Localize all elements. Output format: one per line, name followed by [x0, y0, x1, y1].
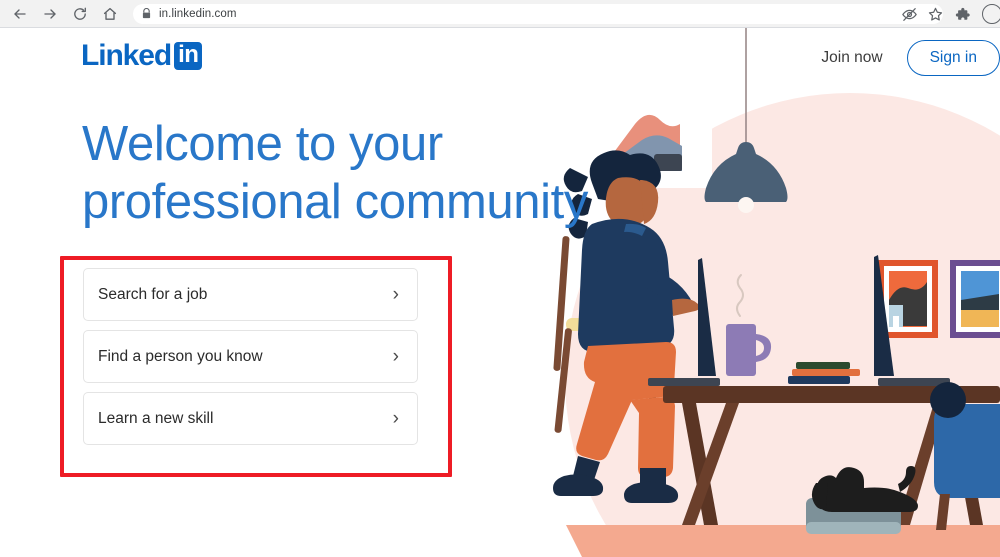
screenshot-root: in.linkedin.com Linked in Join now Sign … [0, 0, 1000, 557]
cta-label: Search for a job [98, 285, 208, 303]
logo-in-badge: in [174, 42, 203, 70]
back-arrow-icon[interactable] [7, 1, 33, 27]
linkedin-logo[interactable]: Linked in [81, 39, 203, 72]
browser-toolbar: in.linkedin.com [0, 0, 1000, 28]
cta-list: Search for a job › Find a person you kno… [83, 268, 418, 454]
reload-icon[interactable] [67, 1, 93, 27]
join-now-button[interactable]: Join now [811, 41, 892, 75]
extensions-puzzle-icon[interactable] [948, 1, 974, 27]
sign-in-button[interactable]: Sign in [906, 40, 1000, 76]
bookmark-star-icon[interactable] [922, 1, 948, 27]
url-text: in.linkedin.com [159, 7, 237, 20]
home-icon[interactable] [97, 1, 123, 27]
cta-label: Learn a new skill [98, 409, 214, 427]
cta-find-a-person-you-know[interactable]: Find a person you know › [83, 330, 418, 383]
forward-arrow-icon[interactable] [37, 1, 63, 27]
toolbar-right-icons [896, 0, 1000, 28]
auth-actions: Join now Sign in [811, 40, 1000, 76]
eye-slash-icon[interactable] [896, 1, 922, 27]
linkedin-page: Linked in Join now Sign in Welcome to yo… [0, 28, 1000, 557]
address-bar[interactable]: in.linkedin.com [133, 3, 943, 24]
cta-learn-a-new-skill[interactable]: Learn a new skill › [83, 392, 418, 445]
chevron-right-icon: › [392, 284, 399, 305]
avatar [981, 4, 1000, 24]
profile-avatar-icon[interactable] [974, 1, 1000, 27]
person-at-desk-illustration [530, 28, 1000, 557]
page-title: Welcome to your professional community [82, 117, 588, 229]
chevron-right-icon: › [392, 408, 399, 429]
site-header: Linked in Join now Sign in [0, 28, 1000, 88]
cta-label: Find a person you know [98, 347, 263, 365]
chevron-right-icon: › [392, 346, 399, 367]
cta-search-for-a-job[interactable]: Search for a job › [83, 268, 418, 321]
logo-wordmark: Linked [81, 39, 172, 72]
lock-icon [142, 8, 151, 19]
